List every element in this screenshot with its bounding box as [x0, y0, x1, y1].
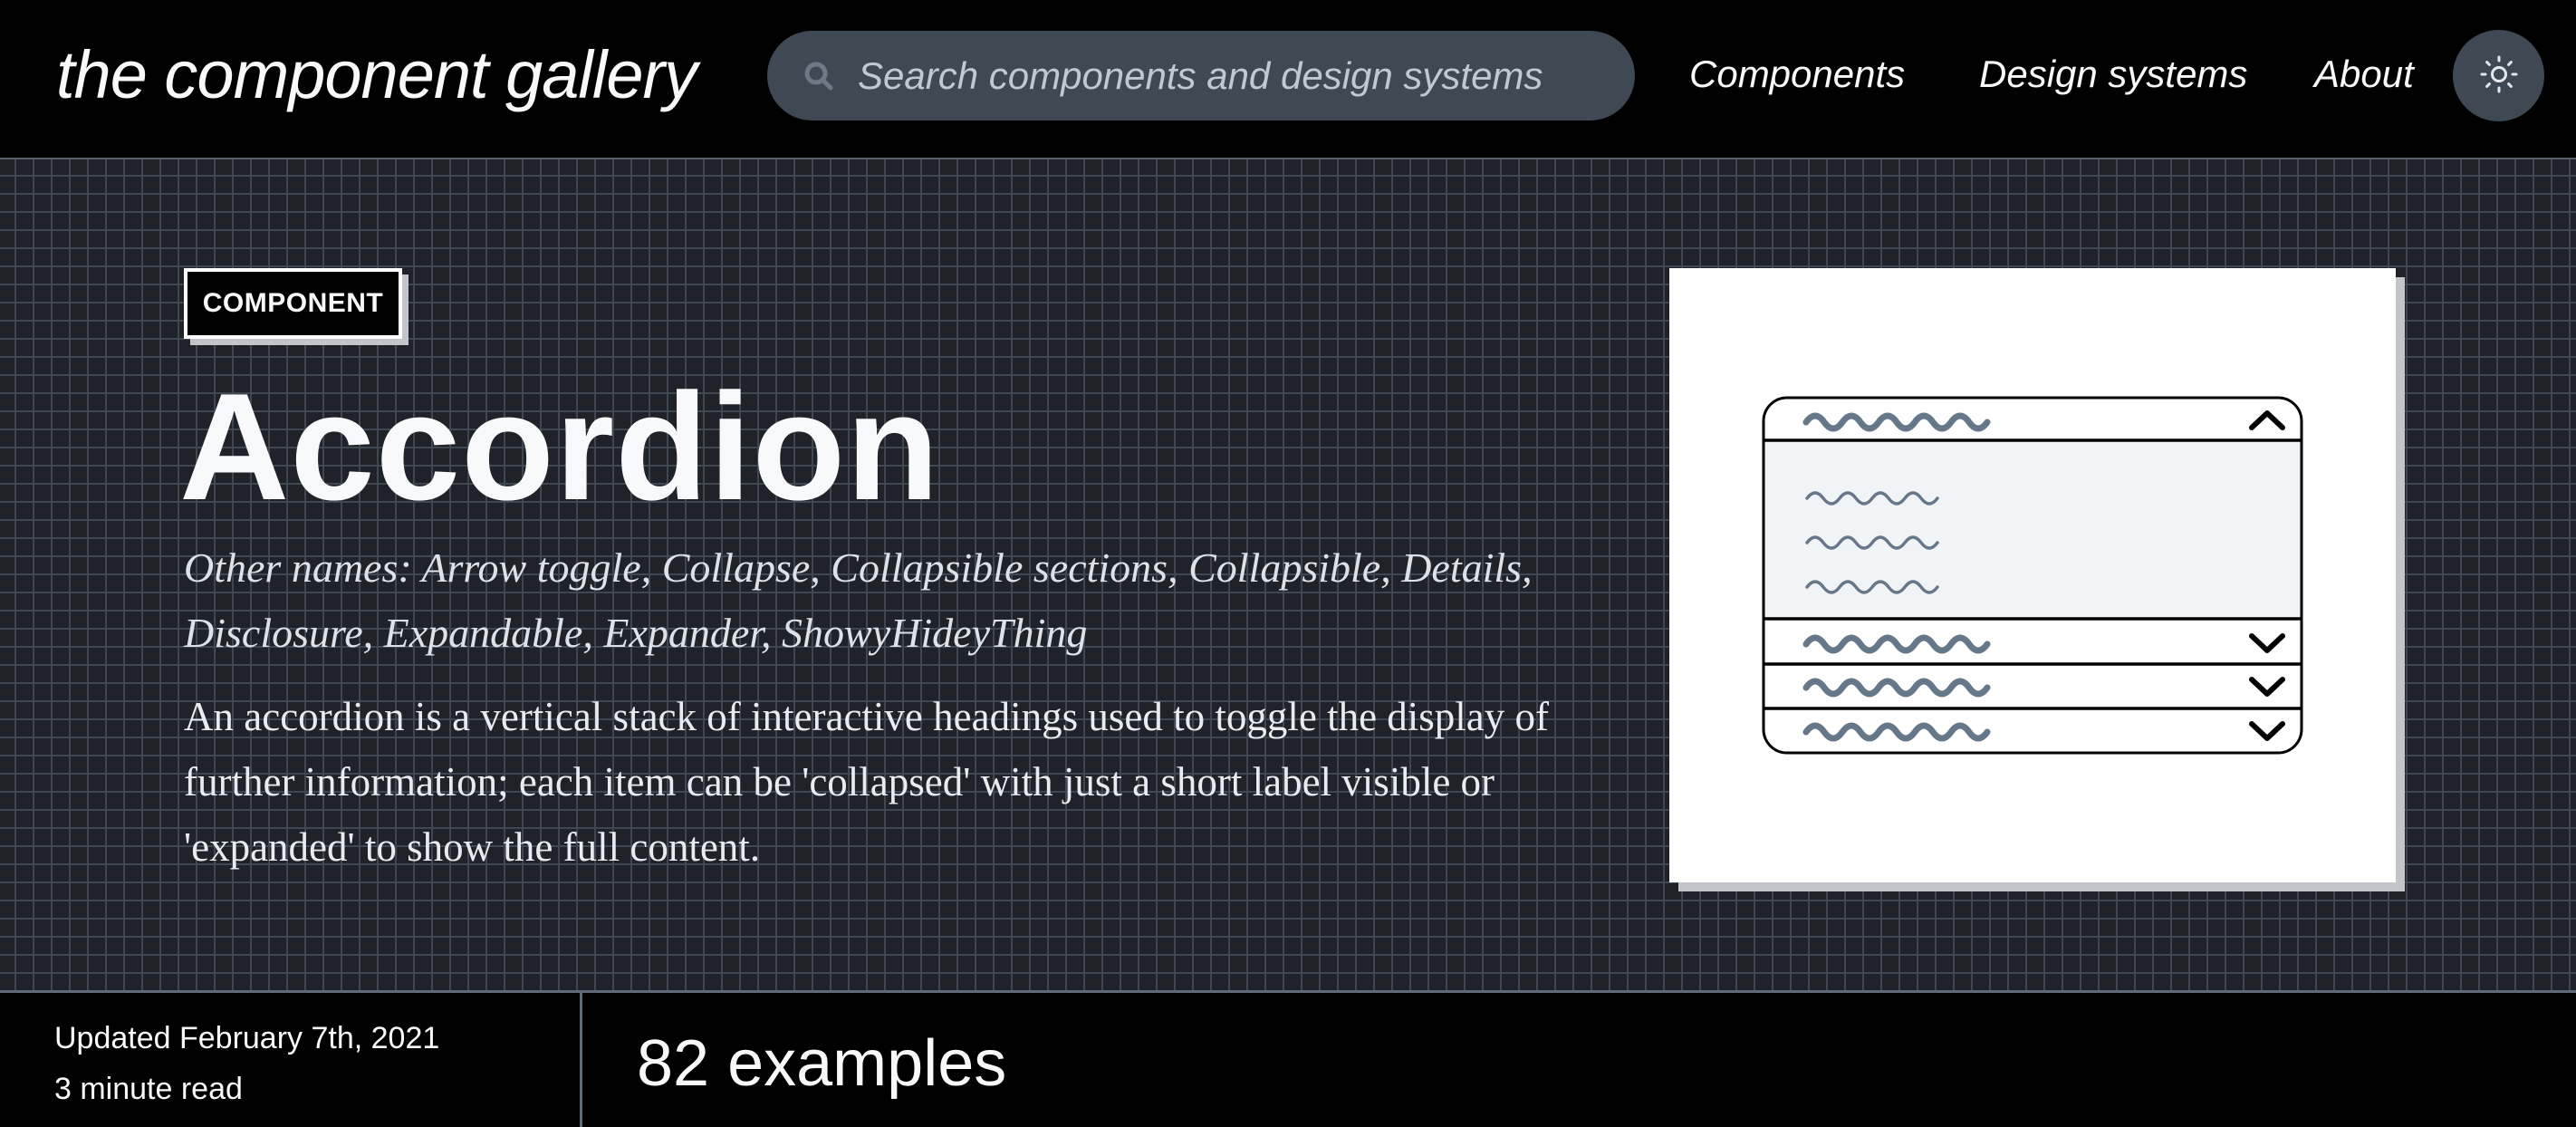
site-logo[interactable]: the component gallery: [56, 34, 697, 116]
nav-components[interactable]: Components: [1689, 47, 1905, 101]
nav-about[interactable]: About: [2314, 47, 2414, 101]
examples-count[interactable]: 82 examples: [637, 1023, 1006, 1104]
component-badge: COMPONENT: [184, 268, 409, 345]
footer-divider: [580, 993, 582, 1127]
search-input[interactable]: [858, 53, 1600, 98]
page-footer: Updated February 7th, 2021 3 minute read…: [0, 990, 2576, 1127]
sun-icon: [2479, 54, 2519, 97]
read-time: 3 minute read: [54, 1072, 243, 1106]
badge-label: COMPONENT: [184, 268, 402, 339]
item-3-label-squiggle: [1806, 681, 1987, 694]
accordion-illustration: [1669, 268, 2396, 882]
search-box[interactable]: [767, 31, 1635, 120]
chevron-up-icon: [2249, 410, 2285, 430]
component-description: An accordion is a vertical stack of inte…: [184, 694, 1550, 870]
search-icon: [803, 61, 834, 92]
other-names: Other names: Arrow toggle, Collapse, Col…: [184, 544, 1533, 656]
updated-date: Updated February 7th, 2021: [54, 1021, 440, 1055]
chevron-down-icon: [2249, 721, 2285, 741]
accordion-diagram: [1762, 396, 2303, 755]
article-meta: Updated February 7th, 2021 3 minute read: [54, 1013, 439, 1114]
expanded-panel: [1764, 442, 2301, 620]
item-1-label-squiggle: [1806, 416, 1987, 429]
item-2-label-squiggle: [1806, 638, 1987, 650]
chevron-down-icon: [2249, 677, 2285, 697]
item-4-label-squiggle: [1806, 726, 1987, 738]
page-title: Accordion: [179, 361, 940, 532]
theme-toggle-button[interactable]: [2453, 30, 2544, 121]
nav-design-systems[interactable]: Design systems: [1979, 47, 2247, 101]
chevron-down-icon: [2249, 633, 2285, 653]
site-header: the component gallery Components Design …: [0, 0, 2576, 158]
